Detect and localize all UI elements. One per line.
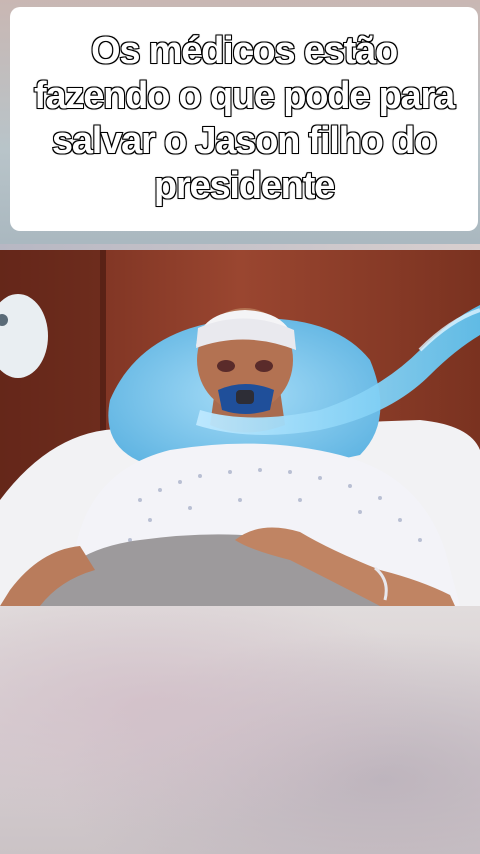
hospital-bed-scene <box>0 250 480 606</box>
right-eye-bruise <box>255 360 273 372</box>
caption-card: Os médicos estão fazendo o que pode para… <box>10 7 478 231</box>
caption-text: Os médicos estão fazendo o que pode para… <box>33 29 456 208</box>
video-frame[interactable] <box>0 250 480 606</box>
mask-port <box>236 390 254 404</box>
bottom-blurred-backdrop <box>0 606 480 854</box>
left-eye-bruise <box>217 360 235 372</box>
